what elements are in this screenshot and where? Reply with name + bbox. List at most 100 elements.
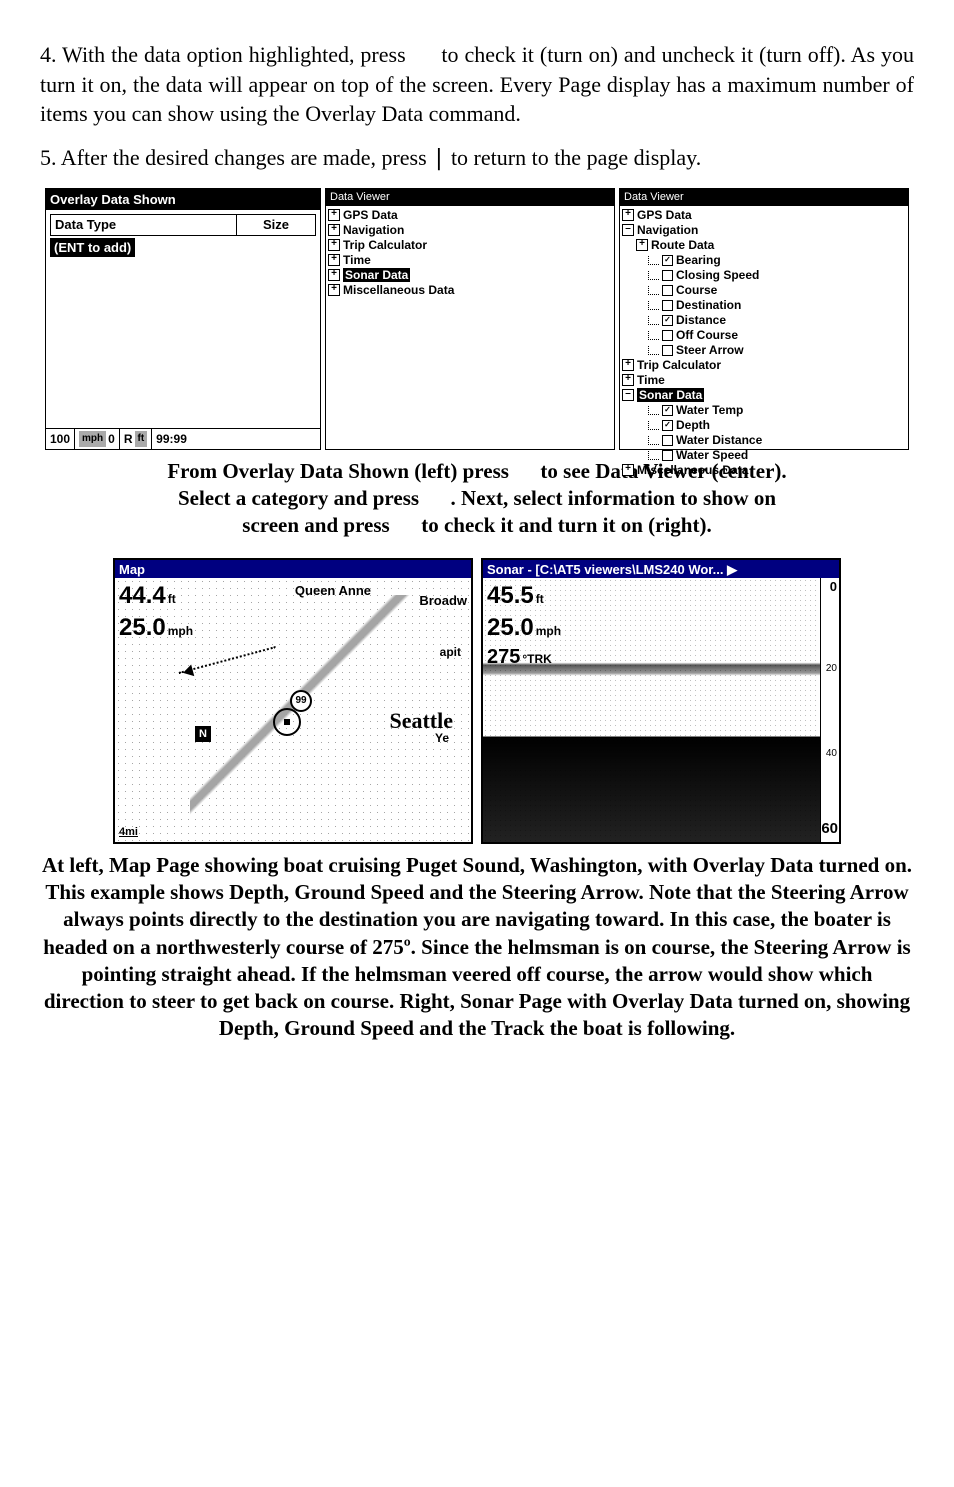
map-overlay-data: 44.4 ft 25.0 mph bbox=[119, 580, 193, 645]
checkbox-icon[interactable] bbox=[662, 270, 673, 281]
label-ye: Ye bbox=[435, 730, 449, 746]
tree-leaf[interactable]: Distance bbox=[648, 313, 906, 328]
checkbox-icon[interactable] bbox=[662, 405, 673, 416]
tree-leaf-label[interactable]: Water Temp bbox=[676, 403, 743, 417]
status-mph-unit: mph bbox=[79, 431, 106, 447]
sonar-track-value: 275 bbox=[487, 644, 520, 671]
tree-node[interactable]: +Miscellaneous Data bbox=[328, 283, 612, 298]
tree-label[interactable]: Sonar Data bbox=[637, 388, 704, 402]
tree-node[interactable]: +Trip Calculator bbox=[328, 238, 612, 253]
status-bar: 100 mph 0 R ft 99:99 bbox=[46, 428, 320, 449]
tree-leaf[interactable]: Water Temp bbox=[648, 403, 906, 418]
expand-icon[interactable]: + bbox=[328, 254, 340, 266]
expand-icon[interactable]: + bbox=[622, 209, 634, 221]
expand-icon[interactable]: + bbox=[328, 209, 340, 221]
tree-label[interactable]: GPS Data bbox=[343, 208, 398, 222]
tree-label[interactable]: Sonar Data bbox=[343, 268, 410, 282]
tree-label[interactable]: Trip Calculator bbox=[637, 358, 721, 372]
map-depth-value: 44.4 bbox=[119, 580, 166, 612]
checkbox-icon[interactable] bbox=[662, 300, 673, 311]
checkbox-icon[interactable] bbox=[662, 450, 673, 461]
tree-label[interactable]: Miscellaneous Data bbox=[637, 463, 748, 477]
tree-node[interactable]: +GPS Data bbox=[328, 208, 612, 223]
data-viewer-expanded: Data Viewer +GPS Data–Navigation+Route D… bbox=[619, 188, 909, 450]
tree-leaf[interactable]: Destination bbox=[648, 298, 906, 313]
step-5-paragraph: 5. After the desired changes are made, p… bbox=[40, 143, 914, 174]
tree-leaf[interactable]: Bearing bbox=[648, 253, 906, 268]
tree-leaf[interactable]: Water Distance bbox=[648, 433, 906, 448]
tree-label[interactable]: GPS Data bbox=[637, 208, 692, 222]
tree-leaf-label[interactable]: Course bbox=[676, 283, 717, 297]
boat-cursor bbox=[273, 708, 301, 736]
tree-node[interactable]: +Sonar Data bbox=[328, 268, 612, 283]
caption1-c: Select a category and press bbox=[178, 486, 424, 510]
tree-leaf-label[interactable]: Depth bbox=[676, 418, 710, 432]
checkbox-icon[interactable] bbox=[662, 420, 673, 431]
tree-b[interactable]: +GPS Data+Navigation+Trip Calculator+Tim… bbox=[326, 206, 614, 300]
expand-icon[interactable]: + bbox=[622, 464, 634, 476]
checkbox-icon[interactable] bbox=[662, 330, 673, 341]
expand-icon[interactable]: + bbox=[622, 359, 634, 371]
tree-node[interactable]: +Trip Calculator bbox=[622, 358, 906, 373]
tree-node[interactable]: +Navigation bbox=[328, 223, 612, 238]
ent-to-add[interactable]: (ENT to add) bbox=[50, 238, 135, 258]
tree-node[interactable]: +Time bbox=[622, 373, 906, 388]
tree-label[interactable]: Trip Calculator bbox=[343, 238, 427, 252]
sonar-depth-ruler: 0 20 40 60 bbox=[820, 578, 839, 842]
label-broadway: Broadw bbox=[419, 592, 467, 610]
checkbox-icon[interactable] bbox=[662, 315, 673, 326]
expand-icon[interactable]: + bbox=[328, 224, 340, 236]
expand-icon[interactable]: + bbox=[328, 269, 340, 281]
step-4-paragraph: 4. With the data option highlighted, pre… bbox=[40, 40, 914, 129]
tree-leaf[interactable]: Steer Arrow bbox=[648, 343, 906, 358]
expand-icon[interactable]: + bbox=[328, 239, 340, 251]
tree-leaf[interactable]: Course bbox=[648, 283, 906, 298]
tree-leaf-label[interactable]: Off Course bbox=[676, 328, 738, 342]
tree-leaf-label[interactable]: Destination bbox=[676, 298, 741, 312]
tree-leaf[interactable]: Water Speed bbox=[648, 448, 906, 463]
expand-icon[interactable]: + bbox=[636, 239, 648, 251]
tree-node[interactable]: +Miscellaneous Data bbox=[622, 463, 906, 478]
tree-node[interactable]: –Navigation bbox=[622, 223, 906, 238]
tree-label[interactable]: Miscellaneous Data bbox=[343, 283, 454, 297]
tree-leaf-label[interactable]: Distance bbox=[676, 313, 726, 327]
status-r: R ft bbox=[120, 429, 152, 449]
tree-leaf-label[interactable]: Closing Speed bbox=[676, 268, 759, 282]
tree-label[interactable]: Route Data bbox=[651, 238, 714, 252]
checkbox-icon[interactable] bbox=[662, 255, 673, 266]
tree-c[interactable]: +GPS Data–Navigation+Route DataBearingCl… bbox=[620, 206, 908, 480]
tree-leaf-label[interactable]: Bearing bbox=[676, 253, 721, 267]
tree-label[interactable]: Time bbox=[637, 373, 665, 387]
ruler-top: 0 bbox=[830, 578, 837, 596]
tree-label[interactable]: Navigation bbox=[343, 223, 404, 237]
label-capit: apit bbox=[440, 644, 461, 660]
checkbox-icon[interactable] bbox=[662, 345, 673, 356]
overlay-data-shown-panel: Overlay Data Shown Data Type Size (ENT t… bbox=[45, 188, 321, 450]
map-speed-unit: mph bbox=[168, 623, 193, 639]
checkbox-icon[interactable] bbox=[662, 435, 673, 446]
caption-2: At left, Map Page showing boat cruising … bbox=[40, 852, 914, 1043]
expand-icon[interactable]: – bbox=[622, 389, 634, 401]
tree-leaf-label[interactable]: Water Speed bbox=[676, 448, 748, 462]
tree-leaf-label[interactable]: Water Distance bbox=[676, 433, 762, 447]
expand-icon[interactable]: + bbox=[328, 284, 340, 296]
data-viewer-collapsed: Data Viewer +GPS Data+Navigation+Trip Ca… bbox=[325, 188, 615, 450]
ruler-40: 40 bbox=[826, 747, 837, 761]
tree-node[interactable]: +GPS Data bbox=[622, 208, 906, 223]
tree-leaf[interactable]: Off Course bbox=[648, 328, 906, 343]
overlay-title: Overlay Data Shown bbox=[46, 189, 320, 211]
caption1-f: to check it and turn it on (right). bbox=[421, 513, 712, 537]
checkbox-icon[interactable] bbox=[662, 285, 673, 296]
tree-leaf[interactable]: Closing Speed bbox=[648, 268, 906, 283]
tree-node[interactable]: +Route Data bbox=[636, 238, 906, 253]
expand-icon[interactable]: – bbox=[622, 224, 634, 236]
step-5-a: 5. After the desired changes are made, p… bbox=[40, 145, 432, 170]
data-viewer-title-b: Data Viewer bbox=[326, 189, 614, 206]
tree-label[interactable]: Time bbox=[343, 253, 371, 267]
tree-label[interactable]: Navigation bbox=[637, 223, 698, 237]
tree-leaf-label[interactable]: Steer Arrow bbox=[676, 343, 744, 357]
tree-leaf[interactable]: Depth bbox=[648, 418, 906, 433]
tree-node[interactable]: +Time bbox=[328, 253, 612, 268]
expand-icon[interactable]: + bbox=[622, 374, 634, 386]
tree-node[interactable]: –Sonar Data bbox=[622, 388, 906, 403]
